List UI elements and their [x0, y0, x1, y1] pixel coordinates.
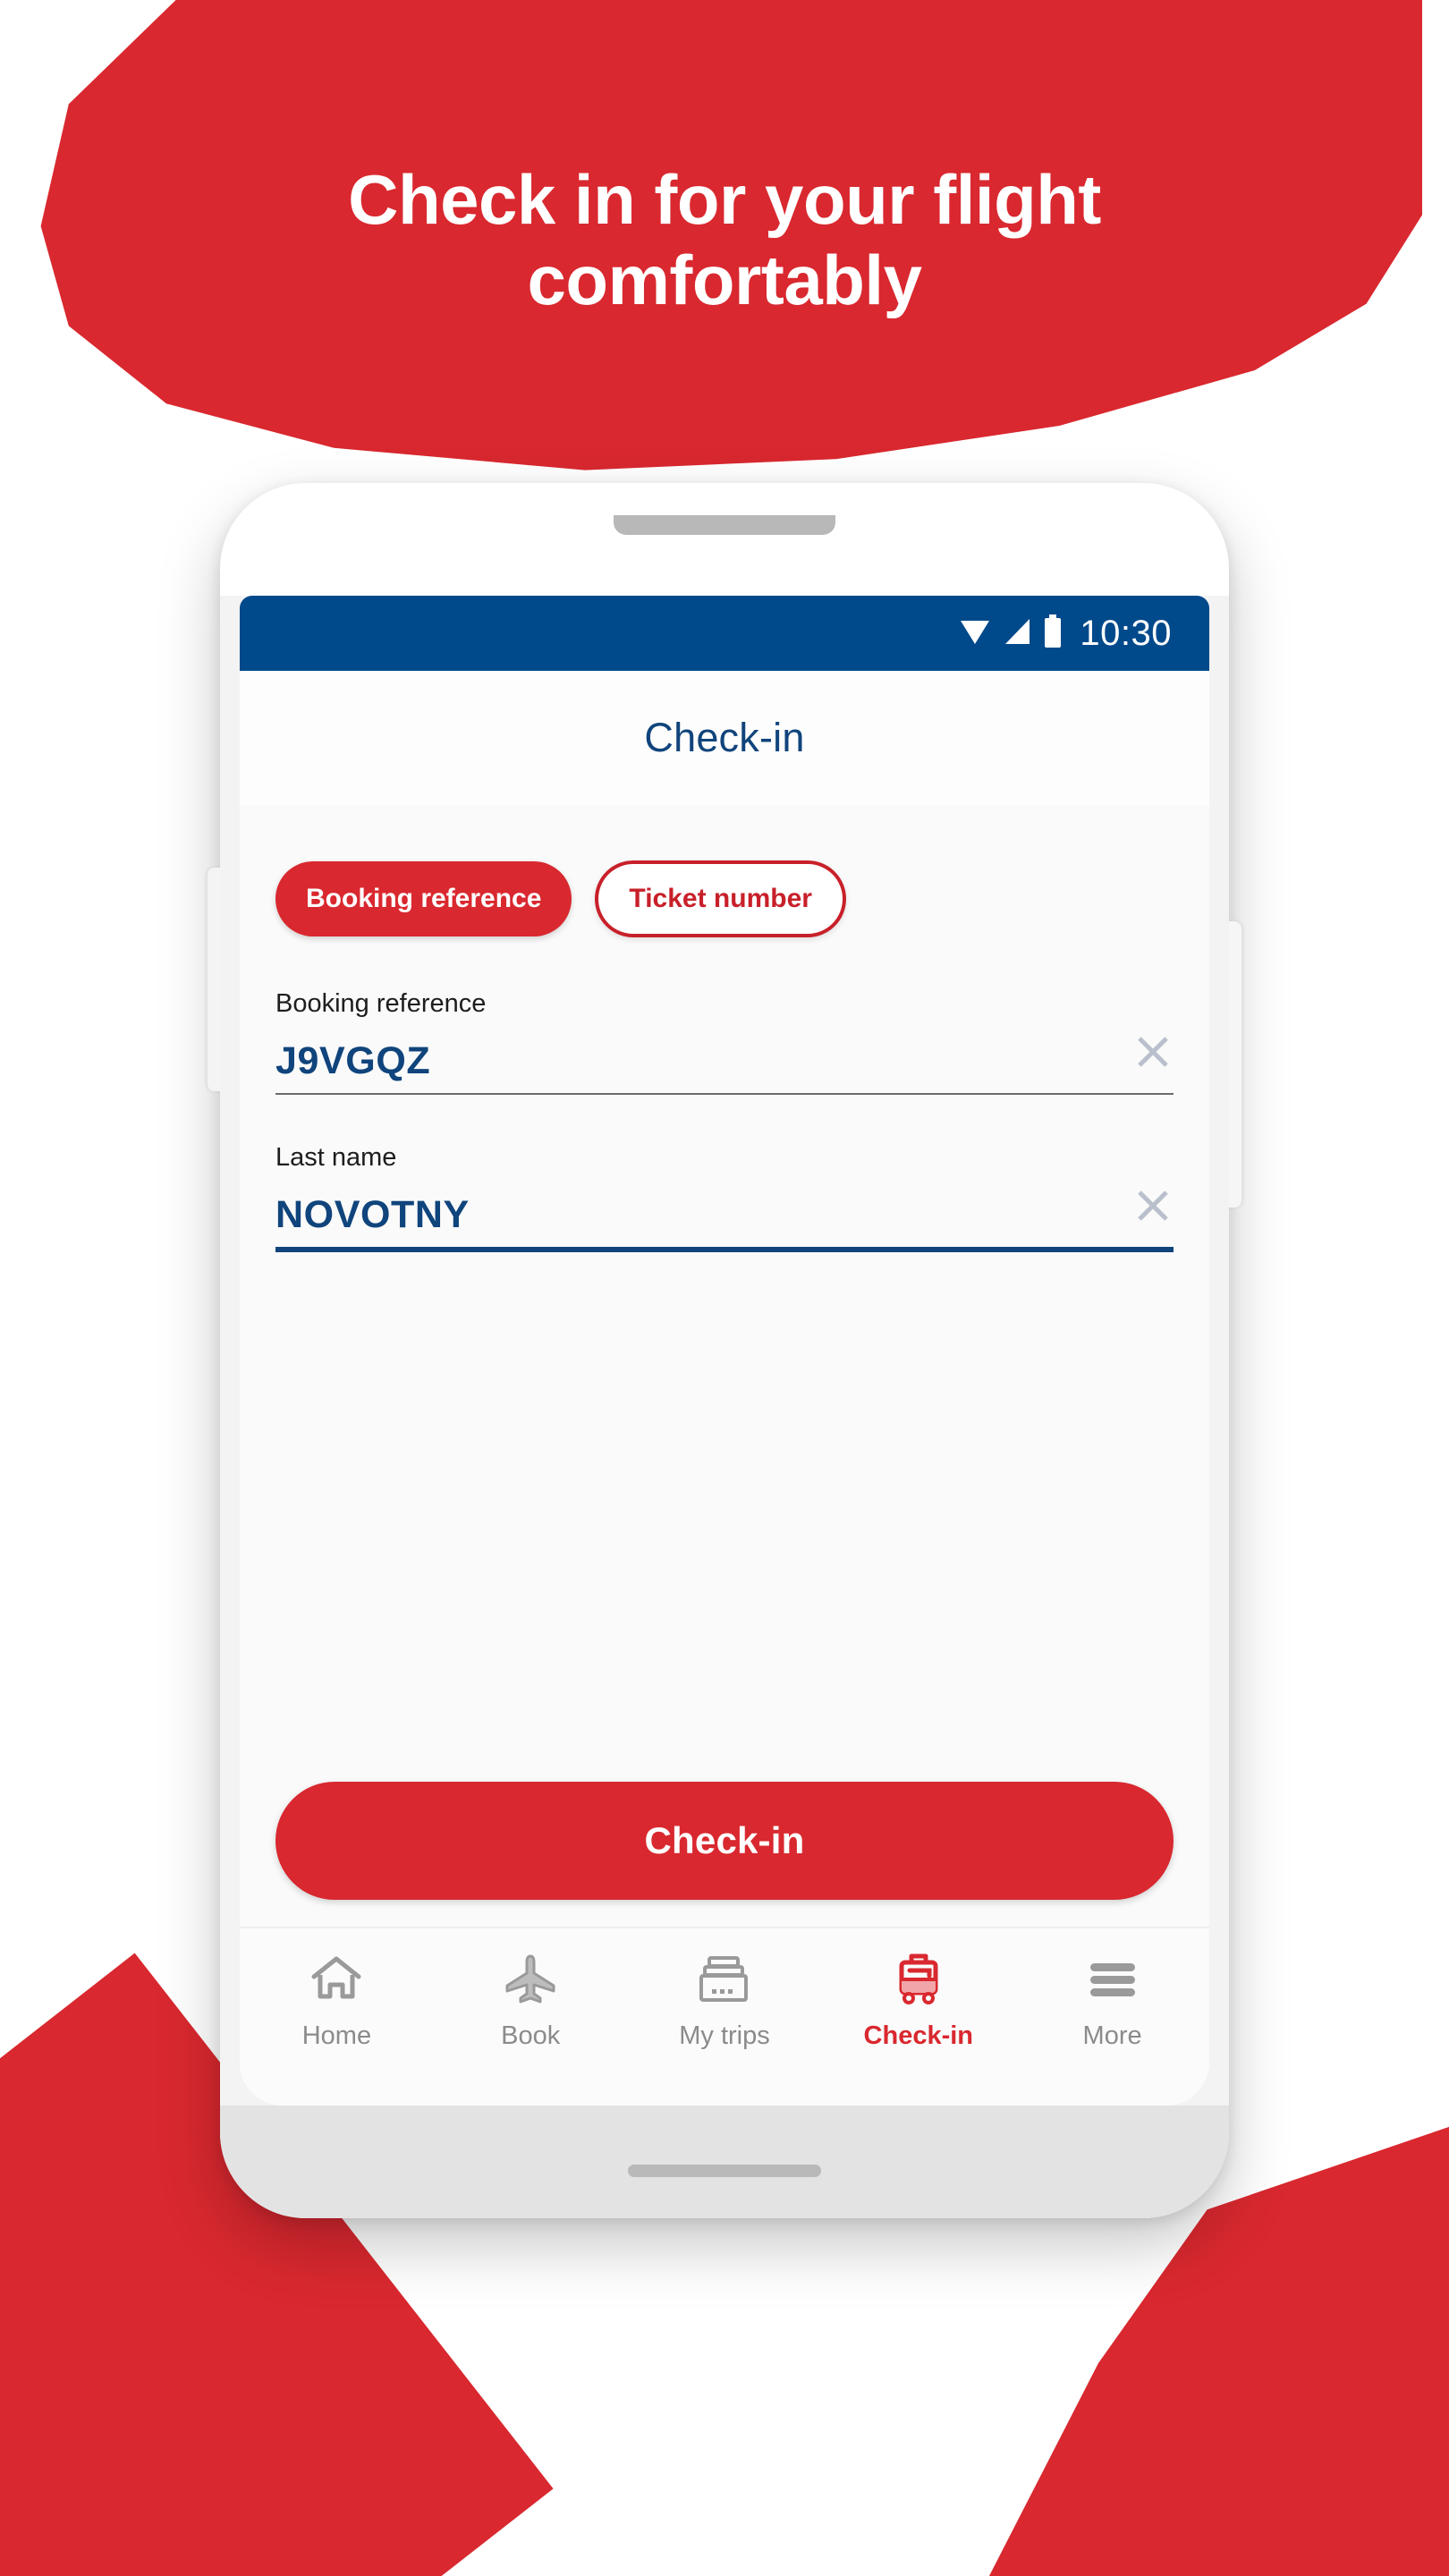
close-icon[interactable] — [1132, 1185, 1174, 1231]
last-name-row[interactable]: NOVOTNY — [275, 1185, 1174, 1247]
cta-container: Check-in — [252, 1782, 1197, 1927]
hero-headline: Check in for your flight comfortably — [0, 159, 1449, 321]
phone-body: 10:30 Check-in Booking reference Ticket … — [220, 483, 1229, 2218]
status-bar: 10:30 — [240, 596, 1209, 671]
promo-screenshot: Check in for your flight comfortably 10:… — [0, 0, 1449, 2576]
checkin-form: Booking reference J9VGQZ Last name NOVOT… — [252, 937, 1197, 1301]
nav-label-home: Home — [301, 2021, 372, 2050]
hero-headline-line-1: Check in for your flight — [348, 160, 1101, 239]
tickets-icon — [697, 1952, 752, 2007]
nav-item-check-in[interactable]: Check-in — [821, 1952, 1015, 2051]
last-name-input[interactable]: NOVOTNY — [275, 1193, 470, 1236]
booking-reference-input[interactable]: J9VGQZ — [275, 1039, 430, 1082]
wifi-icon — [959, 616, 991, 651]
last-name-label: Last name — [275, 1143, 397, 1172]
bottom-navigation: Home Book My trips Check-in More — [240, 1927, 1209, 2106]
earpiece-speaker — [614, 515, 835, 535]
booking-reference-underline — [275, 1093, 1174, 1095]
app-content: Booking reference Ticket number Booking … — [240, 805, 1209, 1927]
last-name-field: Last name NOVOTNY — [275, 1143, 1174, 1252]
tab-ticket-number-label: Ticket number — [629, 884, 812, 913]
nav-label-more: More — [1082, 2021, 1142, 2050]
hamburger-menu-icon — [1087, 1952, 1139, 2007]
nav-item-my-trips[interactable]: My trips — [628, 1952, 822, 2051]
tab-booking-reference-label: Booking reference — [306, 884, 542, 913]
booking-reference-label: Booking reference — [275, 989, 487, 1018]
phone-top-bezel — [220, 483, 1229, 596]
app-header: Check-in — [240, 671, 1209, 805]
status-bar-time: 10:30 — [1080, 613, 1172, 653]
phone-bottom-bezel — [220, 2106, 1229, 2218]
tab-ticket-number[interactable]: Ticket number — [595, 860, 846, 937]
nav-item-book[interactable]: Book — [434, 1952, 628, 2051]
home-indicator[interactable] — [628, 2165, 821, 2177]
booking-reference-row[interactable]: J9VGQZ — [275, 1031, 1174, 1093]
airplane-icon — [504, 1952, 557, 2007]
hero-headline-line-2: comfortably — [527, 241, 922, 320]
close-icon[interactable] — [1132, 1031, 1174, 1077]
nav-label-check-in: Check-in — [863, 2021, 974, 2050]
nav-item-home[interactable]: Home — [240, 1952, 434, 2051]
cellular-signal-icon — [1003, 616, 1031, 651]
nav-item-more[interactable]: More — [1015, 1952, 1209, 2051]
nav-label-book: Book — [501, 2021, 561, 2050]
tab-booking-reference[interactable]: Booking reference — [275, 861, 572, 936]
home-icon — [309, 1952, 363, 2007]
phone-mockup: 10:30 Check-in Booking reference Ticket … — [208, 483, 1241, 2218]
battery-icon — [1043, 614, 1063, 653]
booking-reference-field: Booking reference J9VGQZ — [275, 989, 1174, 1095]
suitcase-icon — [893, 1952, 945, 2007]
check-in-button[interactable]: Check-in — [275, 1782, 1174, 1900]
lookup-method-tabs: Booking reference Ticket number — [252, 805, 1197, 937]
app-screen: 10:30 Check-in Booking reference Ticket … — [240, 596, 1209, 2106]
last-name-underline — [275, 1247, 1174, 1252]
nav-label-my-trips: My trips — [679, 2021, 770, 2050]
page-title: Check-in — [644, 715, 805, 760]
